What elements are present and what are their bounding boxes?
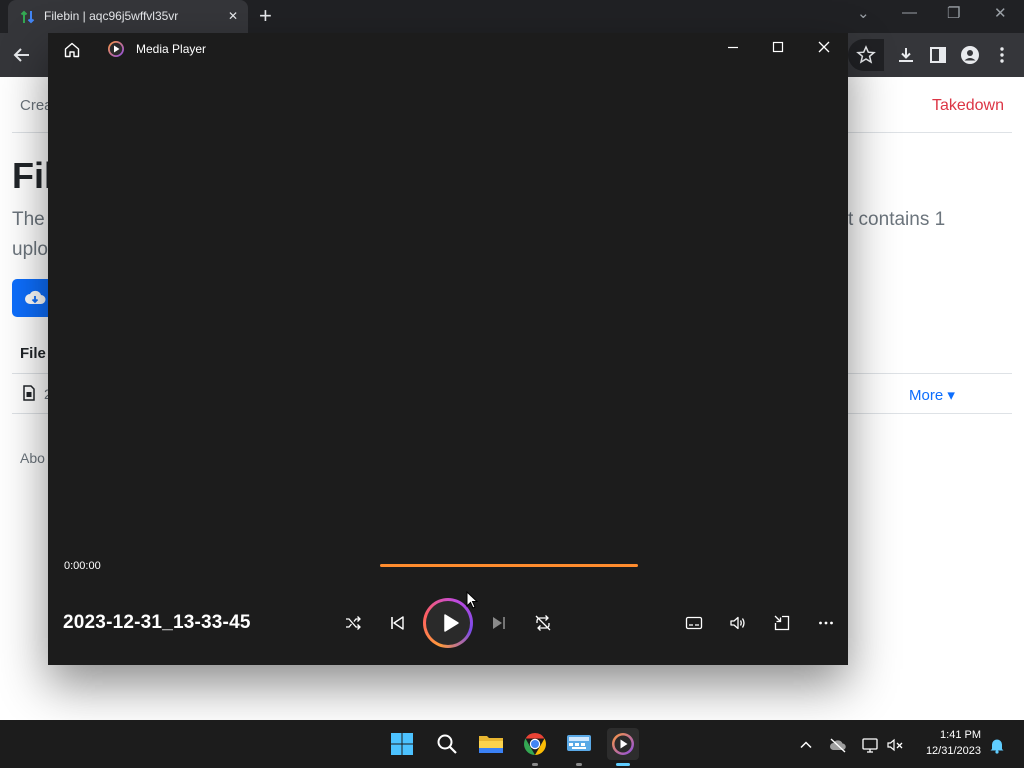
current-time: 0:00:00 xyxy=(64,560,101,572)
show-hidden-icons-chevron-icon[interactable] xyxy=(797,736,815,754)
play-icon xyxy=(444,614,459,632)
media-player-app-icon xyxy=(108,41,124,57)
file-icon xyxy=(23,385,35,401)
repeat-icon[interactable] xyxy=(534,614,552,632)
mouse-cursor-icon xyxy=(466,591,478,609)
video-area[interactable] xyxy=(48,65,848,535)
miniplayer-icon[interactable] xyxy=(773,614,791,632)
file-explorer-button[interactable] xyxy=(475,728,507,760)
file-explorer-icon xyxy=(479,736,503,753)
search-icon xyxy=(437,734,457,754)
browser-minimize-icon[interactable]: — xyxy=(902,4,917,21)
cloud-download-icon xyxy=(25,290,46,304)
page-lead-text-line2: uplo xyxy=(12,239,48,260)
play-button-inner xyxy=(426,601,470,645)
home-icon[interactable] xyxy=(63,41,81,59)
clock-time[interactable]: 1:41 PM xyxy=(940,729,981,741)
media-player-taskbar-button[interactable] xyxy=(607,728,639,766)
tab-close-icon[interactable]: ✕ xyxy=(228,9,238,23)
more-icon[interactable] xyxy=(817,614,835,632)
start-button[interactable] xyxy=(386,728,418,760)
chrome-icon xyxy=(524,733,546,755)
notification-bell-icon[interactable] xyxy=(988,736,1006,754)
more-dropdown-button[interactable]: More ▾ xyxy=(909,386,955,404)
keyboard-app-button[interactable] xyxy=(563,728,595,766)
tab-search-dropdown-icon[interactable]: ⌄ xyxy=(857,4,870,22)
files-heading: File xyxy=(20,345,46,362)
about-link[interactable]: Abo xyxy=(20,450,45,466)
shuffle-icon[interactable] xyxy=(344,614,362,632)
maximize-icon[interactable] xyxy=(770,39,786,55)
volume-muted-icon[interactable] xyxy=(886,736,904,754)
network-icon[interactable] xyxy=(861,736,879,754)
previous-icon[interactable] xyxy=(388,614,406,632)
volume-icon[interactable] xyxy=(729,614,747,632)
media-player-icon xyxy=(612,733,634,755)
browser-restore-icon[interactable]: ❐ xyxy=(947,4,960,22)
new-tab-button[interactable]: + xyxy=(259,5,272,27)
minimize-icon[interactable] xyxy=(725,39,741,55)
active-indicator xyxy=(616,763,630,766)
side-panel-icon[interactable] xyxy=(928,45,948,65)
search-button[interactable] xyxy=(431,728,463,760)
clock-date[interactable]: 12/31/2023 xyxy=(926,745,981,757)
keyboard-app-icon xyxy=(567,735,591,751)
browser-menu-icon[interactable] xyxy=(992,45,1012,65)
captions-icon[interactable] xyxy=(685,614,703,632)
seek-bar[interactable] xyxy=(380,564,638,567)
browser-close-icon[interactable]: ✕ xyxy=(994,4,1007,22)
onedrive-offline-icon[interactable] xyxy=(829,736,847,754)
window-title: Media Player xyxy=(136,42,207,56)
filebin-favicon-icon xyxy=(20,10,35,24)
bookmark-star-icon[interactable] xyxy=(856,45,876,65)
chrome-button[interactable] xyxy=(519,728,551,766)
windows-start-icon xyxy=(391,733,413,755)
media-filename: 2023-12-31_13-33-45 xyxy=(63,612,251,633)
profile-avatar-icon[interactable] xyxy=(960,45,980,65)
back-arrow-icon[interactable] xyxy=(12,45,32,65)
taskbar: 1:41 PM 12/31/2023 xyxy=(0,720,1024,768)
browser-tab-strip: Filebin | aqc96j5wffvl35vr ✕ + ⌄ — ❐ ✕ xyxy=(0,0,1024,33)
tab-title: Filebin | aqc96j5wffvl35vr xyxy=(44,9,179,23)
page-lead-text: The xyxy=(12,209,45,230)
nav-takedown-link[interactable]: Takedown xyxy=(932,97,1004,115)
media-player-window: Media Player 0:00:00 2023-12-31_13-33-45 xyxy=(48,33,848,665)
running-indicator xyxy=(532,763,538,766)
running-indicator xyxy=(576,763,582,766)
close-icon[interactable] xyxy=(816,39,832,55)
next-icon[interactable] xyxy=(490,614,508,632)
browser-tab[interactable]: Filebin | aqc96j5wffvl35vr ✕ xyxy=(8,0,248,33)
download-icon[interactable] xyxy=(896,45,916,65)
page-lead-text-tail: t contains 1 xyxy=(848,209,946,230)
